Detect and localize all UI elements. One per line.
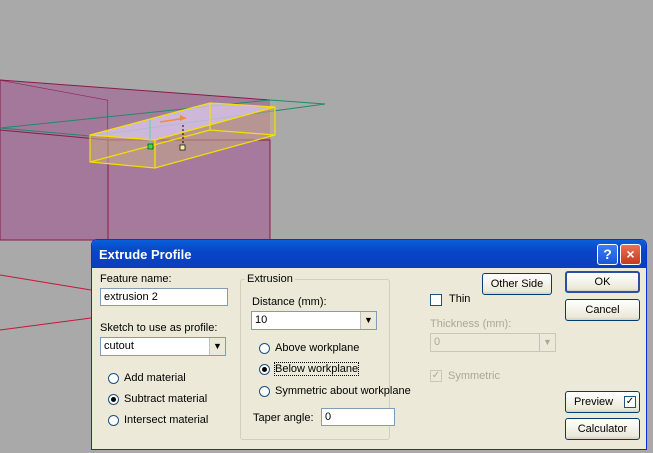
thickness-select[interactable]: 0 ▼ — [430, 333, 556, 352]
close-icon[interactable]: × — [620, 244, 641, 265]
feature-name-input[interactable]: extrusion 2 — [100, 288, 228, 306]
dialog-title-bar[interactable]: Extrude Profile ? × — [92, 240, 646, 268]
below-workplane-label[interactable]: Below workplane — [273, 362, 360, 376]
distance-select-value: 10 — [255, 314, 268, 326]
chevron-down-icon: ▼ — [539, 334, 555, 351]
radio-subtract-material[interactable] — [108, 394, 119, 405]
sketch-select-value: cutout — [104, 340, 134, 352]
chevron-down-icon[interactable]: ▼ — [360, 312, 376, 329]
intersect-material-label[interactable]: Intersect material — [124, 414, 208, 426]
distance-select[interactable]: 10 ▼ — [251, 311, 377, 330]
taper-angle-label: Taper angle: — [253, 412, 314, 424]
other-side-button[interactable]: Other Side — [482, 273, 552, 295]
calculator-button[interactable]: Calculator — [565, 418, 640, 440]
radio-symmetric-workplane[interactable] — [259, 386, 270, 397]
preview-label: Preview — [574, 396, 614, 408]
sketch-label: Sketch to use as profile: — [100, 322, 218, 334]
radio-intersect-material[interactable] — [108, 415, 119, 426]
symmetric-workplane-label[interactable]: Symmetric about workplane — [275, 385, 411, 397]
symmetric-label: Symmetric — [448, 370, 500, 382]
preview-checkbox[interactable]: ✓ — [624, 396, 636, 408]
feature-name-label: Feature name: — [100, 273, 172, 285]
radio-above-workplane[interactable] — [259, 343, 270, 354]
handle-yellow — [179, 144, 186, 151]
distance-label: Distance (mm): — [252, 296, 327, 308]
thin-label[interactable]: Thin — [449, 293, 470, 305]
thickness-label: Thickness (mm): — [430, 318, 512, 330]
add-material-label[interactable]: Add material — [124, 372, 186, 384]
subtract-material-label[interactable]: Subtract material — [124, 393, 207, 405]
cancel-button[interactable]: Cancel — [565, 299, 640, 321]
radio-add-material[interactable] — [108, 373, 119, 384]
sketch-select[interactable]: cutout ▼ — [100, 337, 226, 356]
taper-angle-input[interactable]: 0 — [321, 408, 395, 426]
extrusion-group-title: Extrusion — [245, 273, 295, 285]
thickness-select-value: 0 — [434, 336, 441, 348]
chevron-down-icon[interactable]: ▼ — [209, 338, 225, 355]
symmetric-checkbox[interactable]: ✓ — [430, 370, 442, 382]
thin-checkbox[interactable] — [430, 294, 442, 306]
help-icon[interactable]: ? — [597, 244, 618, 265]
ok-button[interactable]: OK — [565, 271, 640, 293]
extrude-profile-dialog: Extrude Profile ? × Feature name: extrus… — [91, 239, 647, 450]
preview-button[interactable]: Preview ✓ — [565, 391, 640, 413]
above-workplane-label[interactable]: Above workplane — [275, 342, 359, 354]
dialog-title: Extrude Profile — [99, 247, 192, 262]
handle-green — [147, 143, 154, 150]
radio-below-workplane[interactable] — [259, 364, 270, 375]
